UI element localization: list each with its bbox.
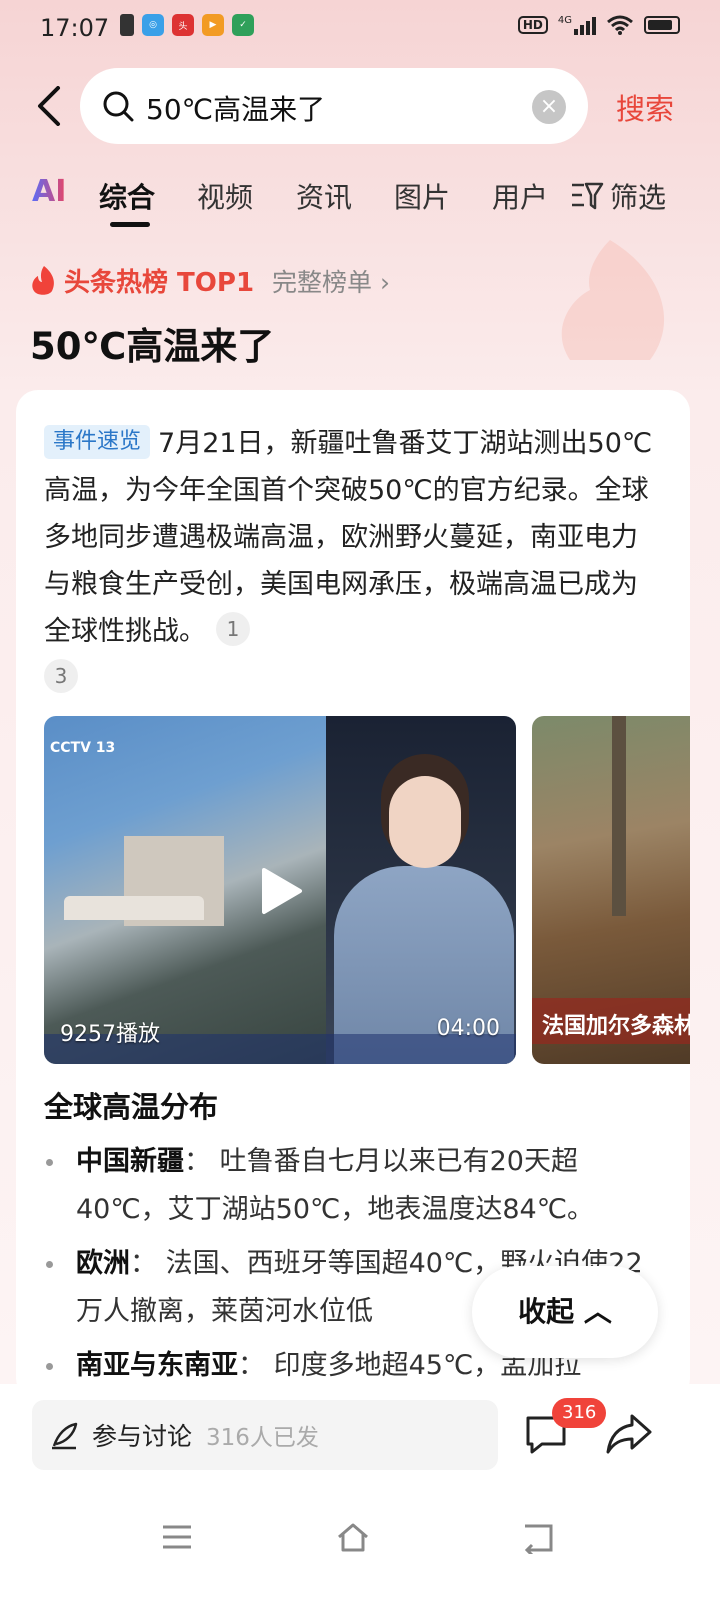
- tab-images[interactable]: 图片: [394, 176, 450, 216]
- video-play-count: 9257播放: [60, 1022, 160, 1047]
- status-bar: 17:07 ◎ 头 ▶ ✓ HD 4G: [0, 0, 720, 56]
- video-duration: 04:00: [436, 1016, 500, 1041]
- tab-users[interactable]: 用户: [492, 176, 548, 216]
- signal-icon: 4G: [558, 15, 596, 35]
- hd-icon: HD: [517, 16, 548, 34]
- search-button[interactable]: 搜索: [616, 86, 674, 128]
- green-app-notification-icon: ✓: [232, 14, 254, 36]
- filter-label: 筛选: [610, 181, 667, 214]
- summary-text: 7月21日，新疆吐鲁番艾丁湖站测出50℃高温，为今年全国首个突破50℃的官方纪录…: [44, 428, 653, 647]
- status-time: 17:07: [40, 14, 110, 42]
- video-caption-bar: 法国加尔多森林: [532, 998, 690, 1044]
- discussion-label: 参与讨论: [92, 1422, 193, 1451]
- pen-icon: [52, 1422, 78, 1450]
- chevron-up-icon: ︿: [583, 1295, 612, 1328]
- discussion-count: 316人已发: [206, 1425, 319, 1451]
- reference-badge[interactable]: 1: [216, 612, 250, 646]
- hot-rank-banner[interactable]: 头条热榜 TOP1 完整榜单 ›: [30, 262, 390, 299]
- search-bar[interactable]: 50℃高温来了 ×: [80, 68, 588, 144]
- section-heading: 全球高温分布: [44, 1090, 219, 1124]
- notification-icon: [120, 14, 134, 36]
- decorative-flame: [561, 240, 665, 360]
- tab-comprehensive[interactable]: 综合: [99, 176, 155, 216]
- status-app-icons: ◎ 头 ▶ ✓: [120, 14, 254, 36]
- video-thumbnail[interactable]: CCTV 13 9257播放 04:00: [44, 716, 516, 1064]
- tab-ai[interactable]: AI: [32, 174, 66, 209]
- event-tag: 事件速览: [44, 425, 151, 459]
- clear-icon[interactable]: ×: [532, 90, 566, 124]
- status-system-icons: HD 4G: [517, 14, 680, 36]
- comment-count-badge: 316: [552, 1398, 607, 1428]
- active-tab-indicator: [110, 222, 150, 227]
- video-app-notification-icon: ▶: [202, 14, 224, 36]
- full-list-link[interactable]: 完整榜单 ›: [272, 263, 390, 299]
- video-scene-tree: [612, 716, 626, 916]
- bottom-action-bar: 参与讨论 316人已发 316: [0, 1384, 720, 1484]
- toutiao-notification-icon: 头: [172, 14, 194, 36]
- event-summary: 事件速览 7月21日，新疆吐鲁番艾丁湖站测出50℃高温，为今年全国首个突破50℃的…: [44, 420, 664, 702]
- video-scene-anchor-head: [389, 776, 461, 868]
- discussion-input[interactable]: 参与讨论 316人已发: [32, 1400, 498, 1470]
- back-icon[interactable]: [34, 86, 64, 126]
- share-icon[interactable]: [606, 1412, 652, 1456]
- video-scene-cafe-awning: [64, 896, 204, 920]
- reference-badge[interactable]: 3: [44, 659, 78, 693]
- system-navigation-bar: [0, 1484, 720, 1600]
- menu-icon[interactable]: [160, 1520, 194, 1554]
- flame-icon: [32, 265, 54, 295]
- topic-title: 50℃高温来了: [30, 325, 275, 368]
- app-notification-icon: ◎: [142, 14, 164, 36]
- tab-video[interactable]: 视频: [197, 176, 253, 216]
- home-icon[interactable]: [336, 1520, 370, 1554]
- battery-icon: [644, 16, 680, 34]
- search-input[interactable]: 50℃高温来了: [146, 88, 325, 128]
- video-thumbnail[interactable]: 法国加尔多森林: [532, 716, 690, 1064]
- back-nav-icon[interactable]: [522, 1520, 556, 1554]
- hot-rank-title: 头条热榜 TOP1: [64, 268, 255, 298]
- channel-logo: CCTV 13: [50, 740, 116, 756]
- tab-bar: AI 综合 视频 资讯 图片 用户 筛选: [0, 168, 720, 228]
- video-carousel: CCTV 13 9257播放 04:00 法国加尔多森林: [44, 716, 690, 1064]
- search-icon: [103, 91, 134, 122]
- tab-news[interactable]: 资讯: [296, 176, 352, 216]
- video-caption: 法国加尔多森林: [542, 1014, 690, 1039]
- filter-icon: [572, 182, 604, 210]
- play-icon[interactable]: [260, 866, 304, 916]
- wifi-icon: [607, 15, 633, 35]
- collapse-button[interactable]: 收起 ︿: [472, 1266, 658, 1358]
- content-card: 事件速览 7月21日，新疆吐鲁番艾丁湖站测出50℃高温，为今年全国首个突破50℃的…: [16, 390, 690, 1400]
- list-item: 中国新疆： 吐鲁番自七月以来已有20天超40℃，艾丁湖站50℃，地表温度达84℃…: [44, 1138, 666, 1234]
- filter-button[interactable]: 筛选: [570, 176, 666, 216]
